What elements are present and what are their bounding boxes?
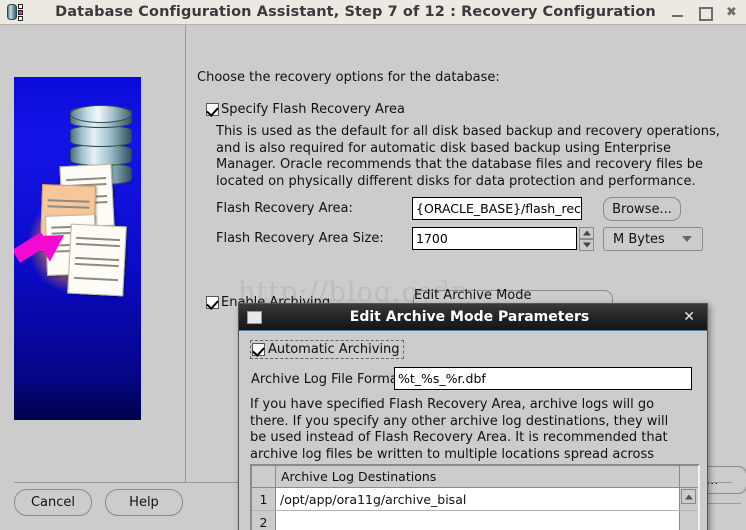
- table-scrollbar[interactable]: [680, 488, 698, 510]
- archive-log-file-format-label: Archive Log File Format: [251, 372, 403, 387]
- table-scrollbar[interactable]: [680, 511, 698, 530]
- specify-flash-recovery-area-checkbox[interactable]: Specify Flash Recovery Area: [206, 102, 405, 117]
- flash-recovery-area-label: Flash Recovery Area:: [216, 201, 353, 216]
- automatic-archiving-label: Automatic Archiving: [268, 342, 400, 357]
- form-intro-text: Choose the recovery options for the data…: [197, 70, 500, 85]
- table-row[interactable]: 2: [252, 511, 698, 530]
- flash-recovery-area-size-input[interactable]: 1700: [412, 227, 577, 250]
- spinner-down-icon[interactable]: [579, 239, 594, 251]
- magenta-arrow-icon: [14, 222, 74, 273]
- size-unit-dropdown[interactable]: M Bytes: [603, 227, 703, 251]
- row-index: 1: [252, 488, 276, 510]
- row-value[interactable]: /opt/app/ora11g/archive_bisal: [276, 488, 680, 510]
- archive-log-destinations-table[interactable]: Archive Log Destinations 1 /opt/app/ora1…: [250, 464, 700, 530]
- flash-recovery-description: This is used as the default for all disk…: [216, 124, 720, 189]
- document-page-graphic: [67, 223, 127, 297]
- table-header-archive-log-destinations: Archive Log Destinations: [276, 466, 680, 487]
- window-title: Database Configuration Assistant, Step 7…: [55, 4, 656, 20]
- size-unit-value: M Bytes: [613, 231, 665, 247]
- table-header-row: Archive Log Destinations: [252, 466, 698, 488]
- help-button[interactable]: Help: [105, 489, 183, 516]
- window-icon: [247, 310, 262, 324]
- table-row[interactable]: 1 /opt/app/ora11g/archive_bisal: [252, 488, 698, 511]
- flash-recovery-area-input[interactable]: {ORACLE_BASE}/flash_recovery_: [412, 197, 582, 220]
- dialog-titlebar: Edit Archive Mode Parameters ✕: [239, 304, 707, 331]
- archive-log-file-format-input[interactable]: %t_%s_%r.dbf: [394, 367, 692, 390]
- dialog-title: Edit Archive Mode Parameters: [349, 309, 590, 325]
- size-spinner[interactable]: [579, 227, 594, 251]
- spinner-up-icon[interactable]: [579, 227, 594, 239]
- checkbox-indicator[interactable]: [206, 296, 219, 309]
- browse-button[interactable]: Browse...: [603, 197, 681, 221]
- dialog-close-icon[interactable]: ✕: [683, 310, 695, 324]
- footer-button-bar: Cancel Help: [14, 489, 183, 516]
- application-window: Database Configuration Assistant, Step 7…: [0, 0, 746, 530]
- specify-flash-recovery-area-label: Specify Flash Recovery Area: [221, 102, 405, 117]
- edit-archive-mode-parameters-dialog: Edit Archive Mode Parameters ✕ Automatic…: [238, 303, 708, 530]
- scroll-up-icon[interactable]: [681, 489, 696, 504]
- dialog-body: Automatic Archiving Archive Log File For…: [239, 331, 707, 530]
- close-icon[interactable]: ✖: [725, 6, 738, 19]
- flash-recovery-area-size-label: Flash Recovery Area Size:: [216, 231, 384, 246]
- row-value[interactable]: [276, 511, 680, 530]
- window-titlebar: Database Configuration Assistant, Step 7…: [0, 0, 746, 25]
- panel-divider: [185, 25, 186, 482]
- chevron-down-icon: [682, 236, 692, 242]
- database-cylinder-icon: [3, 1, 25, 23]
- minimize-icon[interactable]: [671, 6, 684, 19]
- recovery-configuration-illustration: [14, 77, 141, 420]
- cancel-button[interactable]: Cancel: [14, 489, 92, 516]
- automatic-archiving-checkbox[interactable]: Automatic Archiving: [250, 340, 404, 359]
- maximize-icon[interactable]: [698, 6, 713, 21]
- window-controls: ✖: [671, 0, 738, 25]
- checkbox-indicator[interactable]: [252, 343, 265, 356]
- row-index: 2: [252, 511, 276, 530]
- checkbox-indicator[interactable]: [206, 103, 219, 116]
- table-header-scrollbar-pad: [680, 466, 698, 487]
- table-header-index: [252, 466, 276, 487]
